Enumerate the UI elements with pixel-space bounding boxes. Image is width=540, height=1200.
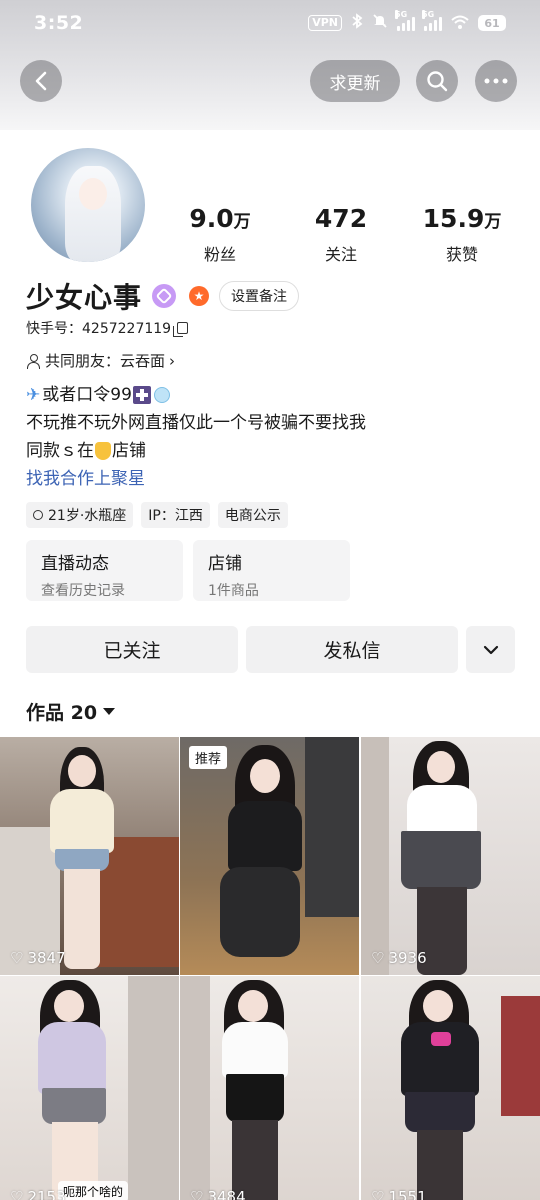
kuaishou-id: 快手号：4257227119 (26, 318, 189, 338)
top-bar: 求更新 (0, 60, 540, 102)
feature-cards: 直播动态 查看历史记录 店铺 1件商品 (26, 540, 350, 601)
signal-icon-1: 5G (395, 9, 415, 31)
star-badge-icon[interactable]: ★ (189, 286, 210, 306)
bluetooth-icon (351, 12, 363, 34)
profile-name: 少女心事 (26, 281, 143, 314)
like-count: ♡ 3936 (371, 949, 427, 967)
stat-fans[interactable]: 9.0万 粉丝 (160, 206, 280, 265)
back-arrow-icon (35, 71, 47, 91)
work-item[interactable]: ♡ 3936 (361, 737, 540, 975)
search-icon (427, 71, 448, 92)
pointing-down-emoji-icon (95, 442, 111, 460)
chevron-right-icon: › (169, 351, 176, 370)
copy-icon[interactable] (173, 322, 189, 337)
heart-icon: ♡ (371, 949, 385, 967)
work-item[interactable]: ♡ 1551 (361, 976, 540, 1200)
like-count: ♡ 3484 (190, 1188, 246, 1200)
recommended-badge: 推荐 (189, 746, 228, 769)
shop-card[interactable]: 店铺 1件商品 (193, 540, 350, 601)
name-row: 少女心事 ★ 设置备注 (26, 276, 300, 316)
search-button[interactable] (416, 60, 458, 102)
signal-icon-2: 5G (422, 9, 442, 31)
person-icon (26, 353, 40, 369)
stat-likes[interactable]: 15.9万 获赞 (402, 206, 522, 265)
wifi-icon (451, 12, 469, 34)
stat-following[interactable]: 472 关注 (281, 206, 401, 265)
followed-button[interactable]: 已关注 (26, 626, 238, 673)
dropdown-triangle-icon (103, 708, 116, 715)
tag-age[interactable]: 21岁·水瓶座 (26, 502, 134, 528)
bubbles-emoji-icon (153, 387, 170, 403)
bio: ✈ 或者口令99 不玩推不玩外网直播仅此一个号被骗不要找我 同款ｓ在 店铺 找我… (26, 381, 366, 493)
works-tab[interactable]: 作品 20 (26, 698, 116, 725)
live-history-card[interactable]: 直播动态 查看历史记录 (26, 540, 183, 601)
request-update-button[interactable]: 求更新 (310, 60, 400, 102)
set-remark-button[interactable]: 设置备注 (219, 281, 300, 311)
search-location-icon (33, 510, 43, 520)
plus-emoji-icon (132, 386, 151, 404)
heart-icon: ♡ (10, 1188, 24, 1200)
heart-icon: ♡ (371, 1188, 385, 1200)
expand-button[interactable] (466, 626, 515, 673)
mute-icon (372, 12, 388, 34)
mutual-friends[interactable]: 共同朋友：云吞面 › (26, 350, 175, 371)
profile-tags: 21岁·水瓶座 IP：江西 电商公示 (26, 502, 288, 528)
more-button[interactable] (475, 60, 517, 102)
tag-ecommerce[interactable]: 电商公示 (217, 502, 288, 528)
video-caption: 呃那个啥的 (58, 1181, 129, 1200)
back-button[interactable] (20, 60, 62, 102)
work-item[interactable]: 呃那个啥的 ♡ 2153 (0, 976, 179, 1200)
status-bar: 3:52 VPN 5G 5G 61 (0, 0, 540, 46)
avatar[interactable] (29, 146, 147, 264)
like-count: ♡ 2153 (10, 1188, 66, 1200)
heart-icon: ♡ (10, 949, 24, 967)
status-icons: VPN 5G 5G 61 (308, 9, 506, 34)
work-item[interactable]: 推荐 (180, 737, 359, 975)
battery-icon: 61 (478, 15, 506, 31)
action-buttons: 已关注 发私信 (26, 626, 515, 673)
more-dots-icon (484, 78, 508, 84)
message-button[interactable]: 发私信 (246, 626, 458, 673)
tag-ip: IP：江西 (141, 502, 210, 528)
work-item[interactable]: ♡ 3484 (180, 976, 359, 1200)
work-item[interactable]: ♡ 3847 (0, 737, 179, 975)
status-time: 3:52 (34, 12, 84, 34)
heart-icon: ♡ (190, 1188, 204, 1200)
chevron-down-icon (483, 645, 498, 654)
vpn-icon: VPN (308, 15, 342, 31)
like-count: ♡ 3847 (10, 949, 66, 967)
like-count: ♡ 1551 (371, 1188, 427, 1200)
airplane-emoji-icon: ✈ (26, 385, 41, 405)
cooperation-link[interactable]: 找我合作上聚星 (26, 465, 145, 493)
verified-badge-icon[interactable] (152, 284, 177, 308)
